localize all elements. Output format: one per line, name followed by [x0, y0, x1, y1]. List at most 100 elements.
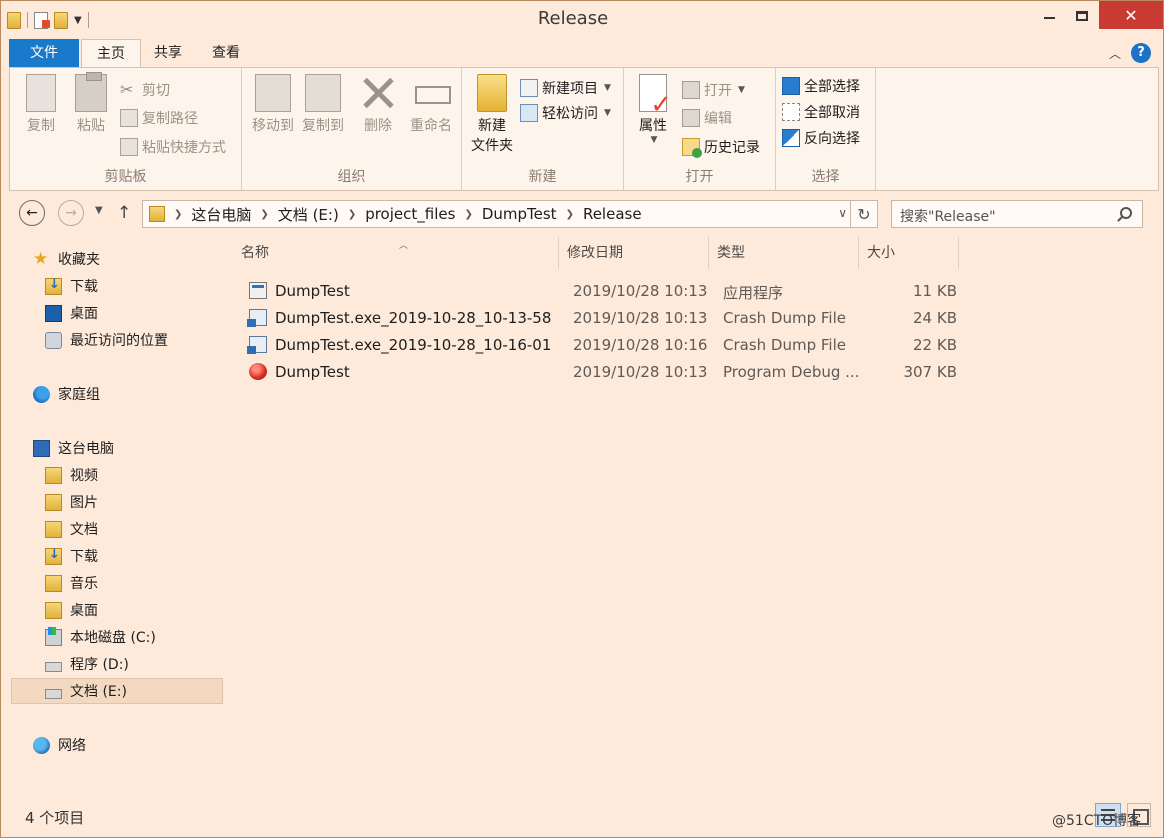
- open-button[interactable]: 打开 ▼: [682, 78, 745, 102]
- select-all-button[interactable]: 全部选择: [782, 74, 860, 98]
- column-header-name[interactable]: ︿ 名称: [233, 237, 559, 269]
- copy-to-button[interactable]: 复制到: [298, 74, 348, 136]
- breadcrumb-drive-e[interactable]: 文档 (E:): [278, 204, 339, 225]
- column-header-size[interactable]: 大小: [859, 237, 959, 269]
- address-bar[interactable]: ❯ 这台电脑 ❯ 文档 (E:) ❯ project_files ❯ DumpT…: [142, 200, 854, 228]
- title-bar: ▼ Release ✕: [1, 1, 1163, 38]
- column-header-label: 名称: [241, 245, 269, 261]
- select-none-icon: [782, 103, 800, 121]
- new-item-button[interactable]: 新建项目 ▼: [520, 76, 611, 100]
- close-button[interactable]: ✕: [1099, 1, 1163, 29]
- forward-button[interactable]: →: [58, 200, 84, 226]
- nav-label: 网络: [58, 738, 86, 754]
- nav-pc-documents[interactable]: 文档: [45, 516, 98, 542]
- nav-pc-drive-c[interactable]: 本地磁盘 (C:): [45, 624, 156, 650]
- select-none-button[interactable]: 全部取消: [782, 100, 860, 124]
- breadcrumb-this-pc[interactable]: 这台电脑: [191, 204, 251, 225]
- copy-path-button[interactable]: 复制路径: [120, 106, 198, 130]
- search-box[interactable]: 搜索"Release": [891, 200, 1143, 228]
- nav-homegroup[interactable]: 家庭组: [33, 381, 100, 407]
- paste-button[interactable]: 粘贴: [68, 72, 114, 136]
- copy-icon: [26, 74, 56, 112]
- nav-network[interactable]: 网络: [33, 732, 86, 758]
- maximize-button[interactable]: [1065, 1, 1099, 30]
- tab-file[interactable]: 文件: [9, 39, 79, 67]
- tab-home[interactable]: 主页: [81, 39, 141, 68]
- ribbon-collapse-icon[interactable]: ︿: [1109, 45, 1121, 62]
- breadcrumb-dumptest[interactable]: DumpTest: [482, 205, 557, 223]
- cut-button[interactable]: ✂ 剪切: [120, 78, 170, 102]
- tab-share[interactable]: 共享: [143, 39, 193, 67]
- breadcrumb-separator[interactable]: ❯: [260, 209, 268, 220]
- delete-button[interactable]: 删除: [358, 74, 398, 136]
- nav-pc-videos[interactable]: 视频: [45, 462, 98, 488]
- invert-selection-label: 反向选择: [804, 131, 860, 147]
- breadcrumb-separator[interactable]: ❯: [348, 209, 356, 220]
- nav-label: 程序 (D:): [70, 657, 129, 673]
- chevron-down-icon: ▼: [604, 108, 611, 118]
- tab-view[interactable]: 查看: [201, 39, 251, 67]
- breadcrumb-separator[interactable]: ❯: [566, 209, 574, 220]
- breadcrumb-release[interactable]: Release: [583, 205, 642, 223]
- file-row[interactable]: DumpTest.exe_2019-10-28_10-16-01 2019/10…: [241, 332, 961, 358]
- nav-fav-desktop[interactable]: 桌面: [45, 300, 98, 326]
- search-icon[interactable]: [1120, 207, 1132, 219]
- column-header-type[interactable]: 类型: [709, 237, 859, 269]
- column-header-date[interactable]: 修改日期: [559, 237, 709, 269]
- cut-label: 剪切: [142, 83, 170, 99]
- new-folder-button[interactable]: 新建 文件夹: [466, 74, 518, 156]
- search-input[interactable]: 搜索"Release": [900, 206, 996, 226]
- nav-fav-downloads[interactable]: 下载: [45, 273, 98, 299]
- file-name: DumpTest: [275, 363, 350, 381]
- new-group-label: 新建: [528, 169, 557, 185]
- edit-button[interactable]: 编辑: [682, 106, 732, 130]
- nav-favorites[interactable]: ★ 收藏夹: [33, 246, 100, 272]
- easy-access-button[interactable]: 轻松访问 ▼: [520, 101, 611, 125]
- file-row[interactable]: DumpTest 2019/10/28 10:13 应用程序 11 KB: [241, 278, 961, 304]
- properties-button[interactable]: 属性 ▼: [630, 74, 676, 145]
- file-type: Crash Dump File: [723, 309, 846, 327]
- breadcrumb-separator[interactable]: ❯: [464, 209, 472, 220]
- nav-pc-drive-d[interactable]: 程序 (D:): [45, 651, 129, 677]
- nav-label: 音乐: [70, 576, 98, 592]
- nav-pc-drive-e[interactable]: 文档 (E:): [11, 678, 223, 704]
- nav-pc-music[interactable]: 音乐: [45, 570, 98, 596]
- nav-pc-pictures[interactable]: 图片: [45, 489, 98, 515]
- delete-label: 删除: [364, 118, 392, 134]
- refresh-button[interactable]: ↻: [850, 200, 878, 228]
- breadcrumb-project-files[interactable]: project_files: [365, 205, 455, 223]
- recent-locations-dropdown[interactable]: ▼: [95, 205, 103, 216]
- minimize-button[interactable]: [1029, 1, 1069, 30]
- nav-pc-downloads[interactable]: 下载: [45, 543, 98, 569]
- open-icon: [682, 81, 700, 99]
- computer-icon: [33, 439, 50, 457]
- file-row[interactable]: DumpTest.exe_2019-10-28_10-13-58 2019/10…: [241, 305, 961, 331]
- copy-path-icon: [120, 109, 138, 127]
- properties-icon: [639, 74, 672, 115]
- copy-button[interactable]: 复制: [18, 74, 64, 136]
- file-size: 307 KB: [903, 363, 957, 381]
- move-to-button[interactable]: 移动到: [248, 74, 298, 136]
- nav-fav-recent[interactable]: 最近访问的位置: [45, 327, 168, 353]
- help-icon[interactable]: ?: [1131, 43, 1151, 63]
- nav-pc-desktop[interactable]: 桌面: [45, 597, 98, 623]
- nav-label: 文档: [70, 522, 98, 538]
- back-button[interactable]: ←: [19, 200, 45, 226]
- rename-button[interactable]: 重命名: [406, 74, 456, 136]
- chevron-down-icon: ▼: [604, 83, 611, 93]
- file-date: 2019/10/28 10:13: [573, 363, 708, 381]
- paste-shortcut-button[interactable]: 粘贴快捷方式: [120, 135, 226, 159]
- documents-folder-icon: [45, 520, 62, 538]
- nav-label: 本地磁盘 (C:): [70, 630, 156, 646]
- invert-selection-button[interactable]: 反向选择: [782, 126, 860, 150]
- breadcrumb-separator[interactable]: ❯: [174, 209, 182, 220]
- move-to-label: 移动到: [252, 118, 294, 134]
- nav-this-pc[interactable]: 这台电脑: [33, 435, 114, 461]
- history-button[interactable]: 历史记录: [682, 135, 760, 159]
- maximize-icon: [1076, 10, 1088, 21]
- file-row[interactable]: DumpTest 2019/10/28 10:13 Program Debug …: [241, 359, 961, 385]
- up-button[interactable]: ↑: [117, 203, 131, 223]
- file-type: Crash Dump File: [723, 336, 846, 354]
- chevron-down-icon[interactable]: ∨: [838, 206, 847, 220]
- item-count: 4 个项目: [25, 809, 85, 827]
